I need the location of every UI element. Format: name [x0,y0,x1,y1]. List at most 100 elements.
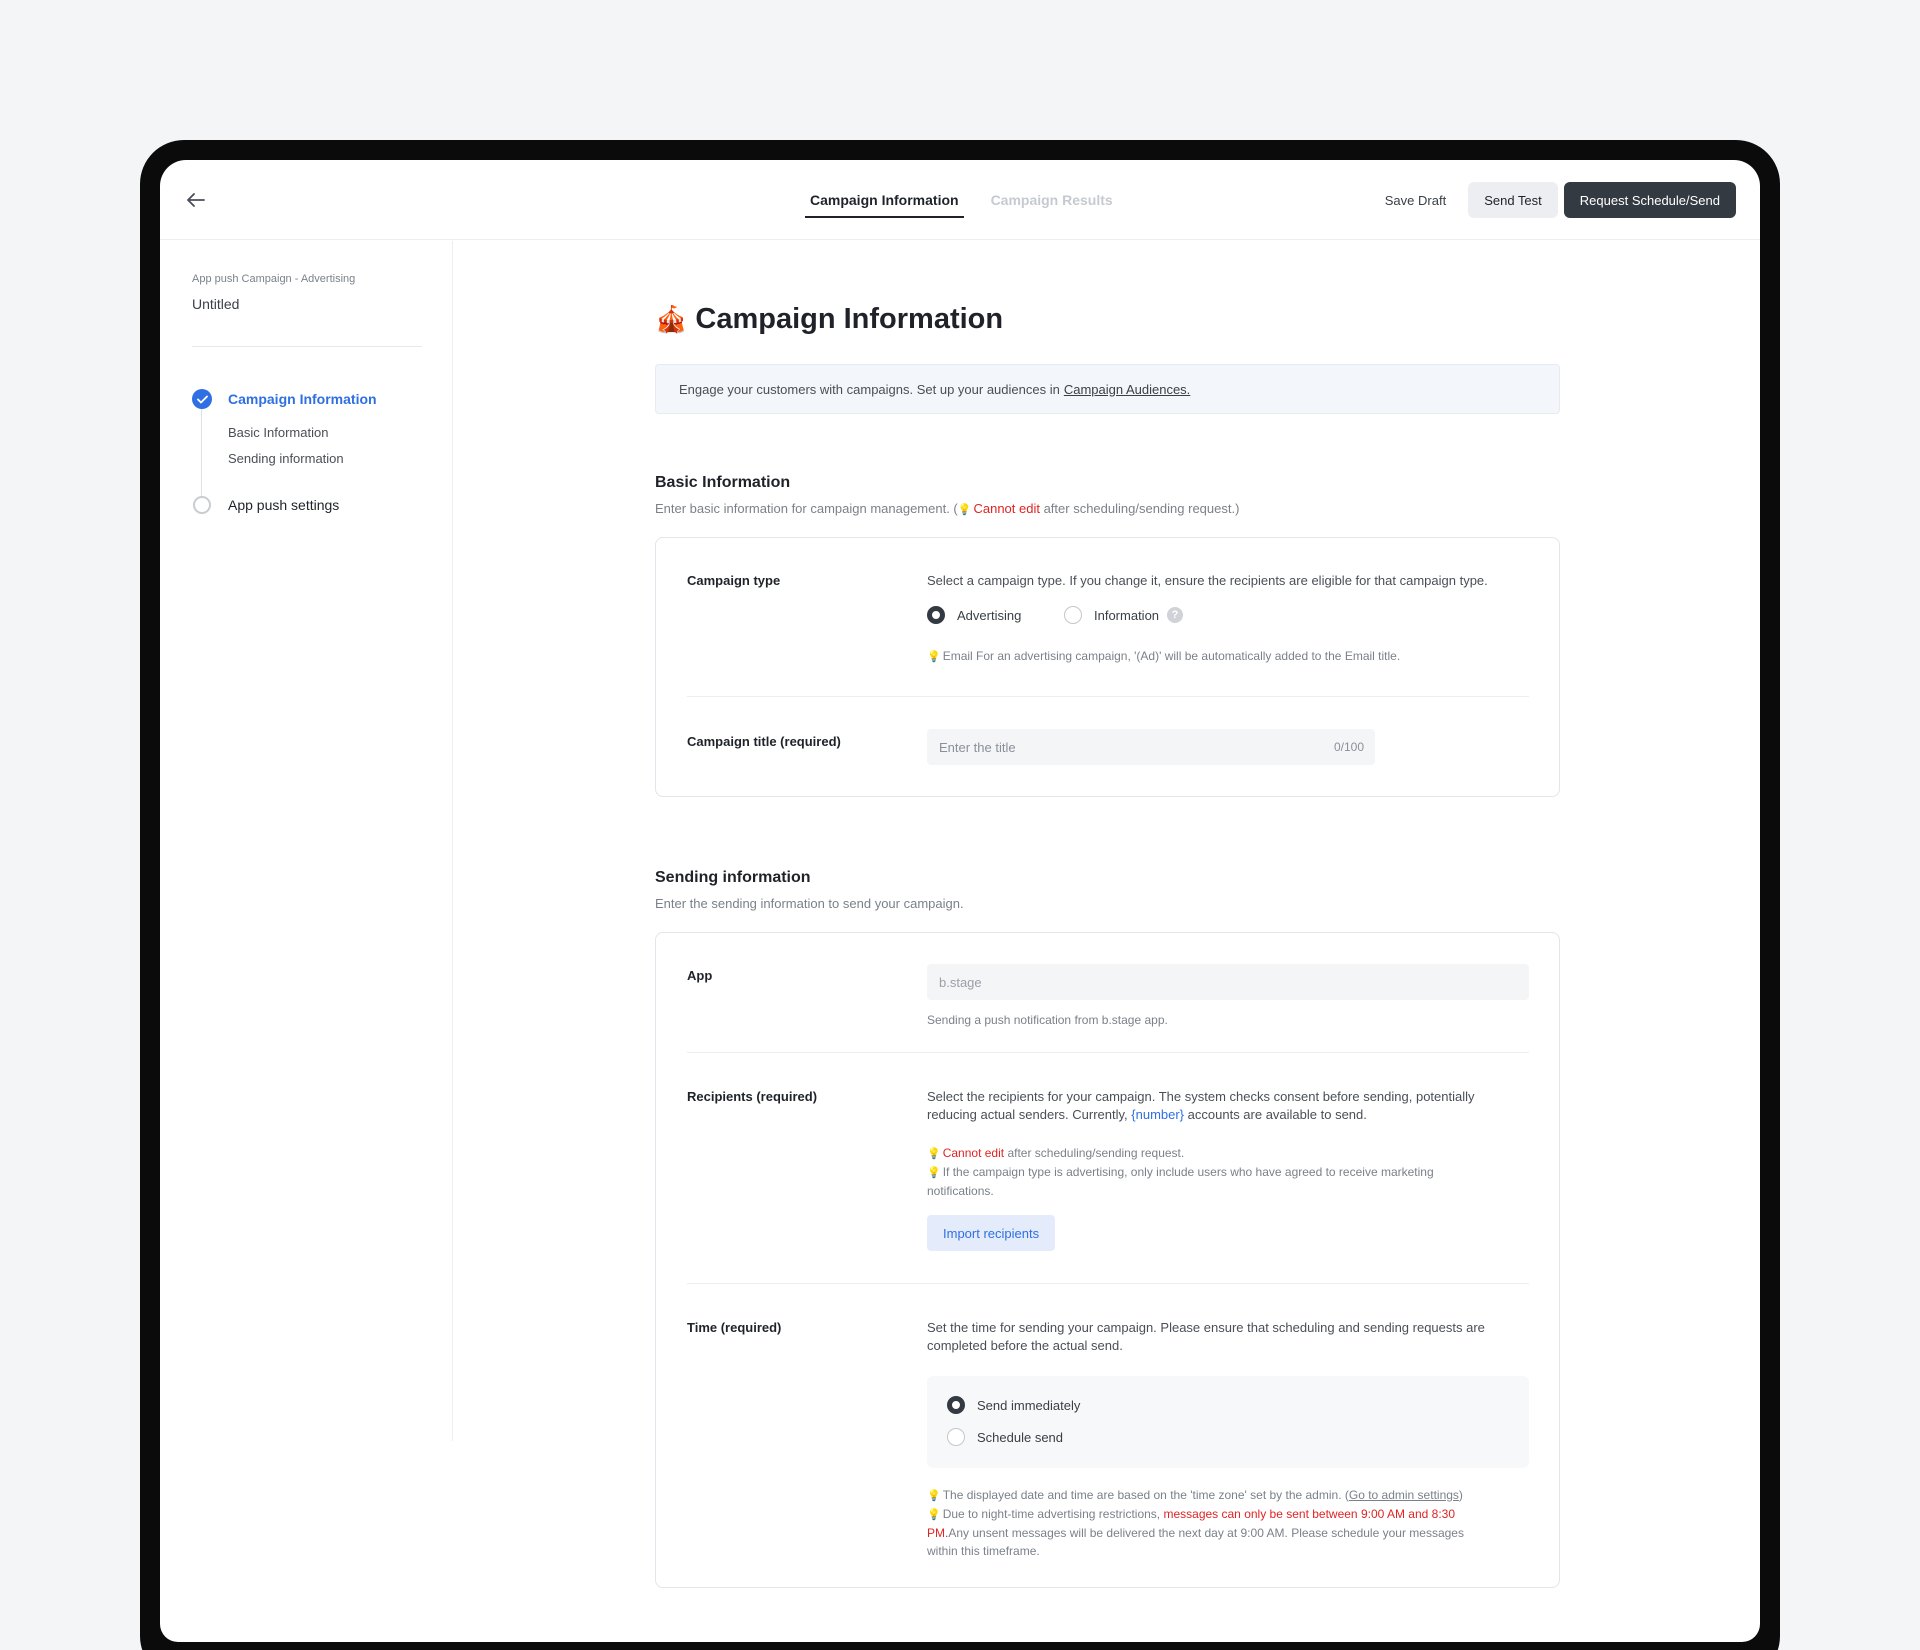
sidebar-substep-basic-information[interactable]: Basic Information [228,425,328,440]
recipients-desc: Select the recipients for your campaign.… [927,1088,1475,1124]
desc-text: Enter basic information for campaign man… [655,501,958,516]
tab-campaign-information[interactable]: Campaign Information [805,160,964,240]
radio-schedule-send[interactable]: Schedule send [947,1428,1063,1446]
radio-unchecked-icon [947,1428,965,1446]
radio-checked-icon [927,606,945,624]
recipients-desc-line: reducing actual senders. Currently, {num… [927,1106,1475,1124]
recipients-hints: 💡 Cannot edit after scheduling/sending re… [927,1144,1434,1200]
page-title-text: Campaign Information [695,303,1004,335]
radio-send-immediately[interactable]: Send immediately [947,1396,1080,1414]
sidebar: App push Campaign - Advertising Untitled… [160,241,453,1441]
basic-information-title: Basic Information [655,474,791,491]
time-desc-line: Set the time for sending your campaign. … [927,1320,1485,1335]
device-frame: Campaign Information Campaign Results Sa… [140,140,1780,1650]
recipients-label: Recipients (required) [687,1089,818,1104]
time-hint-text: Any unsent messages will be delivered th… [948,1526,1464,1540]
campaign-type-hint: 💡 Email For an advertising campaign, '(Ad… [927,647,1400,666]
radio-checked-icon [947,1396,965,1414]
time-desc-line: completed before the actual send. [927,1338,1123,1353]
campaign-name: Untitled [192,296,240,312]
time-hint-3: PM.Any unsent messages will be delivered… [927,1524,1527,1542]
time-hint-1: 💡 The displayed date and time are based o… [927,1486,1527,1505]
radio-advertising[interactable]: Advertising [927,606,1021,624]
recipients-hint-text: after scheduling/sending request. [1007,1146,1185,1160]
campaign-type-label: Campaign type [687,573,781,588]
recipients-desc-line: Select the recipients for your campaign.… [927,1089,1475,1104]
request-schedule-send-button[interactable]: Request Schedule/Send [1563,182,1736,218]
campaign-type-desc: Select a campaign type. If you change it… [927,573,1488,588]
send-time-options: Send immediately Schedule send [927,1376,1529,1468]
title-char-counter: 0/100 [1334,740,1365,754]
info-banner: Engage your customers with campaigns. Se… [655,364,1560,414]
header-actions: Save Draft Send Test Request Schedule/Se… [1369,182,1736,218]
cannot-edit-text: Cannot edit [973,501,1040,516]
top-bar: Campaign Information Campaign Results Sa… [160,160,1760,240]
circus-tent-icon: 🎪 [655,304,688,334]
sidebar-substep-sending-information[interactable]: Sending information [228,451,344,466]
row-divider [687,1283,1529,1284]
time-hint-2: 💡 Due to night-time advertising restricti… [927,1505,1527,1524]
time-hint-text: Due to night-time advertising restrictio… [942,1507,1161,1521]
time-hint-text: The displayed date and time are based on… [942,1488,1349,1502]
app-hint: Sending a push notification from b.stage… [927,1013,1168,1027]
recipients-hint-2: 💡 If the campaign type is advertising, on… [927,1163,1434,1182]
import-recipients-button[interactable]: Import recipients [927,1215,1056,1251]
lightbulb-icon: 💡 [957,504,972,516]
sending-information-title: Sending information [655,869,811,886]
time-label: Time (required) [687,1320,782,1335]
help-icon[interactable]: ? [1167,607,1184,623]
sending-information-desc: Enter the sending information to send yo… [655,896,964,911]
lightbulb-icon: 💡 [927,1167,941,1179]
page-title: 🎪 Campaign Information [655,303,1003,336]
basic-information-card: Campaign type Select a campaign type. If… [655,537,1560,797]
time-hint-text: within this timeframe. [927,1544,1040,1558]
radio-information-label: Information [1094,607,1160,623]
app-screen: Campaign Information Campaign Results Sa… [160,160,1760,1642]
sidebar-step-app-push-settings[interactable]: App push settings [228,497,339,513]
campaign-title-label: Campaign title (required) [687,734,841,749]
lightbulb-icon: 💡 [927,1148,941,1160]
recipients-desc-part: accounts are available to send. [1187,1107,1367,1122]
recipients-hint-1: 💡 Cannot edit after scheduling/sending re… [927,1144,1434,1163]
save-draft-button[interactable]: Save Draft [1369,182,1462,218]
sidebar-step-campaign-information[interactable]: Campaign Information [228,391,377,407]
time-restriction-text: messages can only be sent between 9:00 A… [1163,1507,1456,1521]
check-circle-icon [192,389,212,409]
sidebar-divider [192,346,422,347]
recipients-hint-text: notifications. [927,1184,994,1198]
radio-unchecked-icon [1064,606,1082,624]
step-connector [201,406,202,496]
radio-send-immediately-label: Send immediately [977,1397,1081,1413]
app-field [927,964,1529,1000]
pending-step-circle-icon [193,496,211,514]
time-hints: 💡 The displayed date and time are based o… [927,1486,1527,1560]
lightbulb-icon: 💡 [927,1509,941,1521]
lightbulb-icon: 💡 [927,1490,941,1502]
row-divider [687,1052,1529,1053]
recipients-desc-part: reducing actual senders. Currently, [927,1107,1128,1122]
campaign-title-input[interactable] [927,729,1375,765]
radio-schedule-send-label: Schedule send [977,1429,1064,1445]
admin-settings-link[interactable]: Go to admin settings [1349,1488,1459,1502]
banner-text: Engage your customers with campaigns. Se… [679,381,1060,397]
time-hint-text: ) [1458,1488,1463,1502]
basic-information-desc: Enter basic information for campaign man… [655,501,1239,516]
radio-information[interactable]: Information ? [1064,606,1184,624]
recipients-number: {number} [1131,1107,1185,1122]
desc-text-after: after scheduling/sending request.) [1039,501,1240,516]
tab-bar: Campaign Information Campaign Results [805,160,1140,240]
tab-campaign-results[interactable]: Campaign Results [986,160,1118,240]
sending-information-card: App Sending a push notification from b.s… [655,932,1560,1588]
row-divider [687,696,1529,697]
send-test-button[interactable]: Send Test [1468,182,1558,218]
campaign-audiences-link[interactable]: Campaign Audiences. [1064,382,1190,397]
time-restriction-text: PM. [927,1526,949,1540]
lightbulb-icon: 💡 [927,651,941,663]
cannot-edit-text: Cannot edit [942,1146,1005,1160]
time-desc: Set the time for sending your campaign. … [927,1319,1485,1355]
radio-advertising-label: Advertising [957,607,1022,623]
campaign-type-hint-text: Email For an advertising campaign, '(Ad)… [942,649,1401,663]
recipients-hint-text: If the campaign type is advertising, onl… [942,1165,1434,1179]
back-arrow-icon[interactable] [182,186,210,214]
app-label: App [687,968,713,983]
